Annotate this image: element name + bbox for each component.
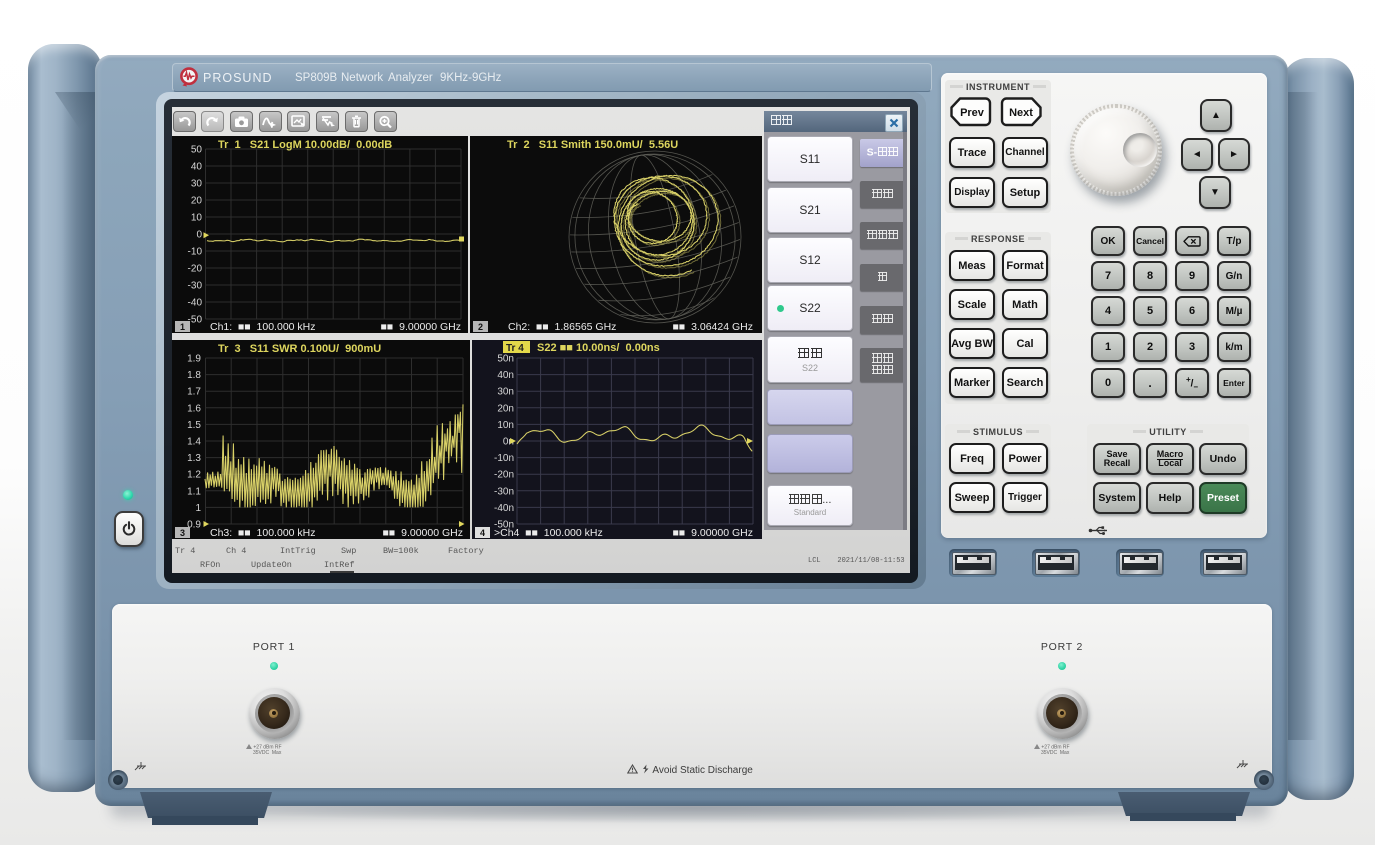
svg-text:1.5: 1.5 [187,420,201,431]
svg-text:■■ 9.00000 GHz: ■■ 9.00000 GHz [673,527,753,539]
svg-text:3: 3 [180,528,185,538]
svg-text:10: 10 [191,213,203,224]
svg-text:-40n: -40n [494,503,514,514]
svg-text:Next: Next [1009,107,1033,119]
svg-text:1.6: 1.6 [187,403,201,414]
svg-text:-30: -30 [188,281,203,292]
svg-text:1.8: 1.8 [187,370,201,381]
svg-text:Tr 2 S11 Smith 150.0mU/ 5.: Tr 2 S11 Smith 150.0mU/ 5.56U [507,139,678,151]
svg-text:1.3: 1.3 [187,453,201,464]
svg-text:-20n: -20n [494,470,514,481]
svg-text:20n: 20n [497,403,514,414]
svg-text:Ch3: ■■ 100.000 kHz: Ch3: ■■ 100.000 kHz [210,527,316,539]
svg-text:Tr 3 S11 SWR 0.100U/ 900mU: Tr 3 S11 SWR 0.100U/ 900mU [218,343,381,355]
svg-text:■■ 3.06424 GHz: ■■ 3.06424 GHz [673,321,753,333]
svg-text:■■ 9.00000 GHz: ■■ 9.00000 GHz [383,527,463,539]
svg-text:-10: -10 [188,247,203,258]
svg-text:Ch2: ■■ 1.86565 GHz: Ch2: ■■ 1.86565 GHz [508,321,616,333]
svg-text:2: 2 [478,322,483,332]
svg-text:50: 50 [191,145,203,156]
svg-text:1: 1 [195,503,201,514]
svg-text:4: 4 [480,528,485,538]
svg-text:10n: 10n [497,420,514,431]
svg-text:-10n: -10n [494,453,514,464]
svg-text:1.7: 1.7 [187,387,201,398]
svg-text:30: 30 [191,179,203,190]
svg-text:1.1: 1.1 [187,486,201,497]
svg-text:20: 20 [191,196,203,207]
svg-text:50n: 50n [497,354,514,365]
svg-text:40n: 40n [497,370,514,381]
svg-text:-30n: -30n [494,486,514,497]
svg-text:1.2: 1.2 [187,470,201,481]
svg-text:Tr 1 S21 LogM 10.00dB/ 0.0: Tr 1 S21 LogM 10.00dB/ 0.00dB [218,139,392,151]
svg-text:-20: -20 [188,264,203,275]
svg-text:1.4: 1.4 [187,437,201,448]
svg-text:■■ 9.00000 GHz: ■■ 9.00000 GHz [381,321,461,333]
svg-text:Ch1: ■■ 100.000 kHz: Ch1: ■■ 100.000 kHz [210,321,316,333]
svg-text:Prev: Prev [960,107,985,119]
svg-text:30n: 30n [497,387,514,398]
svg-text:S22 ■■ 10.00ns/ 0.00ns: S22 ■■ 10.00ns/ 0.00ns [537,342,660,354]
svg-text:-40: -40 [188,298,203,309]
svg-text:1: 1 [180,322,185,332]
svg-text:40: 40 [191,162,203,173]
svg-text:0: 0 [196,230,202,241]
svg-text:>Ch4 ■■ 100.000 kHz: >Ch4 ■■ 100.000 kHz [494,527,603,539]
svg-text:1.9: 1.9 [187,354,201,365]
svg-text:Tr 4: Tr 4 [506,343,524,354]
